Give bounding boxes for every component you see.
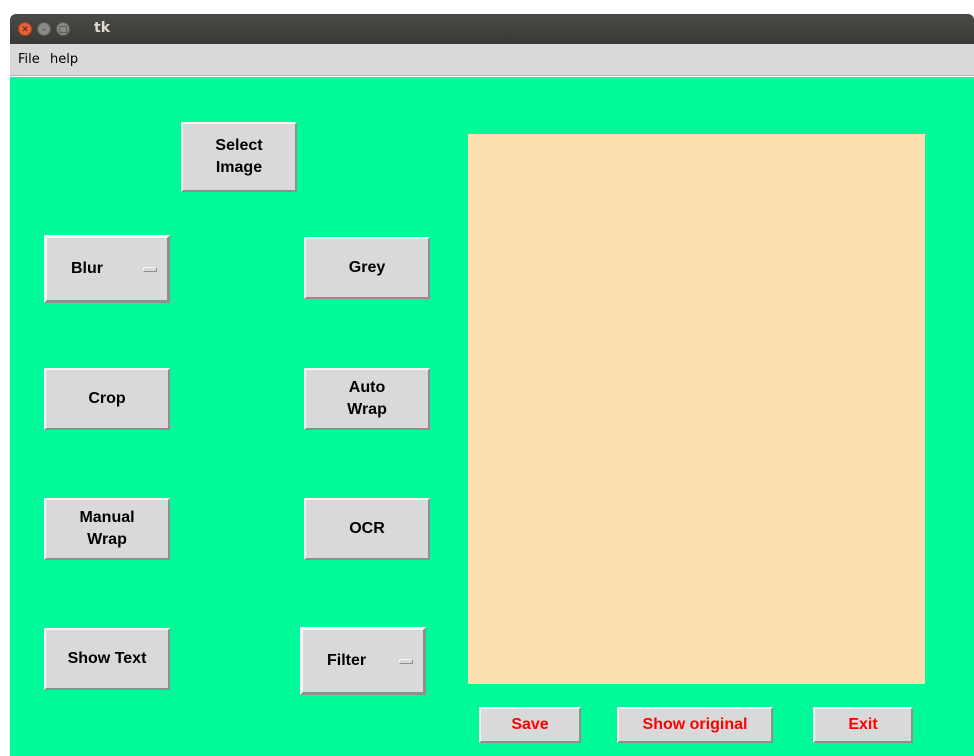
- grey-button[interactable]: Grey: [304, 237, 430, 299]
- manual-wrap-button[interactable]: Manual Wrap: [44, 498, 170, 560]
- blur-label: Blur: [71, 260, 103, 277]
- show-original-button[interactable]: Show original: [617, 707, 773, 743]
- close-icon[interactable]: ✕: [18, 22, 32, 36]
- maximize-icon[interactable]: □: [56, 22, 70, 36]
- image-display-panel: [468, 134, 925, 684]
- crop-button[interactable]: Crop: [44, 368, 170, 430]
- save-button[interactable]: Save: [479, 707, 581, 743]
- dropdown-indicator-icon: [399, 659, 413, 664]
- select-image-button[interactable]: Select Image: [181, 122, 297, 192]
- main-canvas: Select Image Blur Grey Crop Auto Wrap Ma…: [10, 77, 974, 756]
- window-titlebar: ✕ – □ tk: [10, 14, 974, 44]
- menu-help[interactable]: help: [50, 52, 78, 67]
- filter-menubutton[interactable]: Filter: [300, 627, 426, 695]
- menu-bar: File help: [10, 44, 974, 76]
- window-title: tk: [94, 20, 111, 36]
- dropdown-indicator-icon: [143, 267, 157, 272]
- exit-button[interactable]: Exit: [813, 707, 913, 743]
- filter-label: Filter: [327, 652, 367, 669]
- auto-wrap-button[interactable]: Auto Wrap: [304, 368, 430, 430]
- ocr-button[interactable]: OCR: [304, 498, 430, 560]
- show-text-button[interactable]: Show Text: [44, 628, 170, 690]
- minimize-icon[interactable]: –: [37, 22, 51, 36]
- menu-file[interactable]: File: [18, 52, 40, 67]
- blur-menubutton[interactable]: Blur: [44, 235, 170, 303]
